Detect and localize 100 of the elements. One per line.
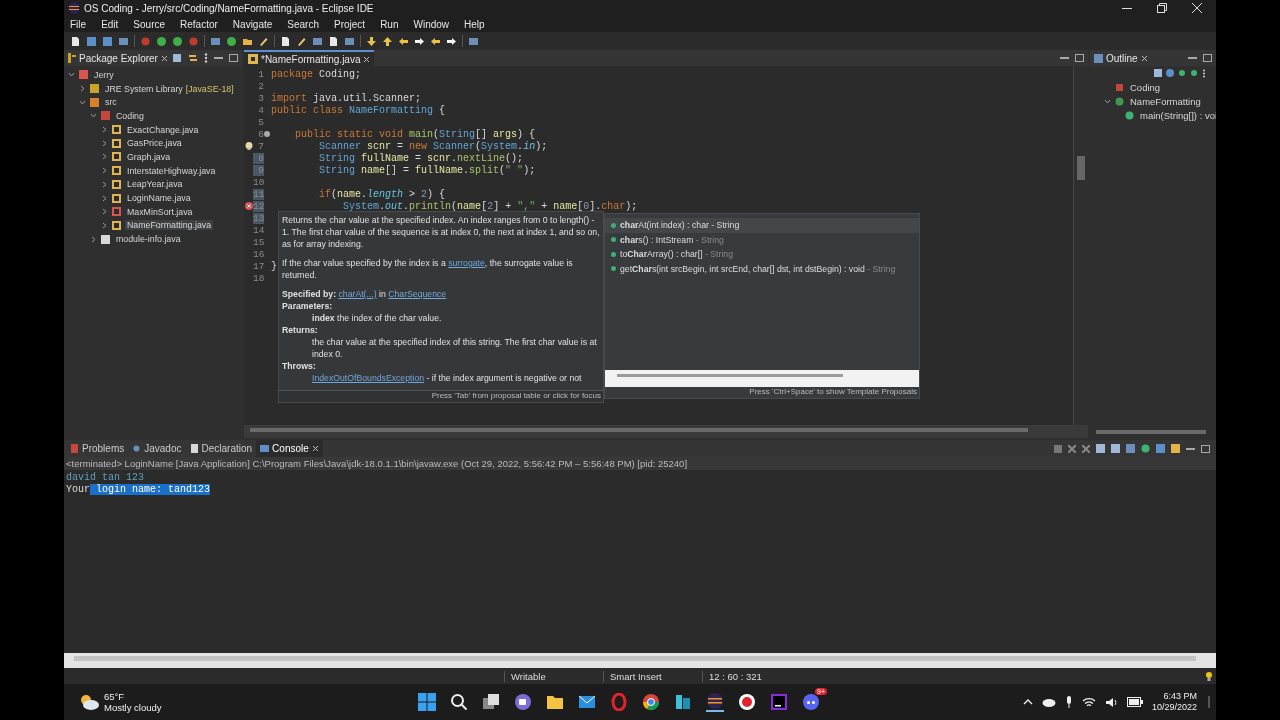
speaker-icon[interactable] xyxy=(1104,696,1118,708)
method-link[interactable]: charAt(...) xyxy=(338,289,377,299)
panel-tab[interactable]: Console xyxy=(256,440,323,457)
folder-icon[interactable] xyxy=(546,693,564,711)
tree-item[interactable]: module-info.java xyxy=(114,234,183,245)
expanded-chevron-icon[interactable] xyxy=(90,112,97,120)
tree-item[interactable]: Jerry xyxy=(92,69,116,80)
view-menu-icon[interactable] xyxy=(1202,69,1206,78)
proposal-item[interactable]: getChars(int srcBegin, int srcEnd, char[] dst, int dstBegin) : void - String xyxy=(605,261,919,276)
panel-tab[interactable]: Problems xyxy=(66,440,129,457)
proposal-item[interactable]: toCharArray() : char[] - String xyxy=(605,247,919,262)
scrollbar-thumb[interactable] xyxy=(250,428,1028,432)
discord-icon[interactable] xyxy=(802,693,820,711)
back-icon[interactable] xyxy=(398,35,409,47)
tree-item[interactable]: MaxMinSort.java xyxy=(125,206,195,217)
collapsed-chevron-icon[interactable] xyxy=(101,139,108,147)
start-icon[interactable] xyxy=(418,693,436,711)
prev-annotation-icon[interactable] xyxy=(382,35,393,47)
minimize-icon[interactable] xyxy=(1060,54,1069,62)
tree-item[interactable]: Coding xyxy=(114,110,146,121)
microphone-icon[interactable] xyxy=(1064,696,1073,708)
outline-item[interactable]: NameFormatting xyxy=(1128,96,1203,108)
maximize-icon[interactable] xyxy=(1201,444,1210,453)
tree-item[interactable]: NameFormatting.java xyxy=(125,220,214,231)
view-menu-icon[interactable] xyxy=(204,53,208,63)
link-icon[interactable] xyxy=(188,53,198,63)
tree-item[interactable]: ExactChange.java xyxy=(125,124,201,135)
collapsed-chevron-icon[interactable] xyxy=(90,235,97,243)
proposal-item[interactable]: chars() : IntStream - String xyxy=(605,232,919,247)
browser-icon[interactable] xyxy=(642,693,660,711)
scrollbar-thumb[interactable] xyxy=(1077,156,1085,180)
tree-item[interactable]: GasPrice.java xyxy=(125,138,184,149)
scrollbar-thumb[interactable] xyxy=(617,374,843,377)
maximize-icon[interactable] xyxy=(229,54,238,62)
clock-time[interactable]: 6:43 PM xyxy=(1163,691,1197,702)
tree-item[interactable]: LeapYear.java xyxy=(125,179,185,190)
collapsed-chevron-icon[interactable] xyxy=(101,194,108,202)
proposal-item[interactable]: charAt(int index) : char - String xyxy=(605,218,919,233)
collapsed-chevron-icon[interactable] xyxy=(101,221,108,229)
surrogate-link[interactable]: surrogate xyxy=(448,258,485,268)
menu-item[interactable]: Project xyxy=(334,18,366,30)
document-icon[interactable] xyxy=(328,35,339,47)
minimize-icon[interactable] xyxy=(1188,54,1197,62)
menu-item[interactable]: Navigate xyxy=(232,18,273,30)
tree-item[interactable]: JRE System Library [JavaSE-18] xyxy=(103,83,236,94)
exception-link[interactable]: IndexOutOfBoundsException xyxy=(312,373,425,383)
expanded-chevron-icon[interactable] xyxy=(68,71,75,79)
menu-item[interactable]: Edit xyxy=(101,18,119,30)
menu-item[interactable]: File xyxy=(70,18,87,30)
close-icon[interactable] xyxy=(1140,54,1148,62)
expanded-chevron-icon[interactable] xyxy=(1104,98,1111,106)
forward-icon[interactable] xyxy=(446,35,457,47)
remove-all-icon[interactable] xyxy=(1082,444,1090,453)
menu-item[interactable]: Source xyxy=(133,18,166,30)
maximize-icon[interactable] xyxy=(1203,54,1212,62)
panel-tab[interactable]: Declaration xyxy=(185,440,257,457)
collapsed-chevron-icon[interactable] xyxy=(101,126,108,134)
record-icon[interactable] xyxy=(738,693,756,711)
next-annotation-icon[interactable] xyxy=(366,35,377,47)
run-icon[interactable] xyxy=(156,35,167,47)
cloud-icon[interactable] xyxy=(1041,697,1056,707)
clock-date[interactable]: 10/29/2022 xyxy=(1151,702,1197,713)
outline-item[interactable]: Coding xyxy=(1128,82,1163,94)
close-icon[interactable] xyxy=(311,445,319,452)
close-icon[interactable] xyxy=(160,54,168,62)
forward-icon[interactable] xyxy=(414,35,425,47)
minimize-icon[interactable] xyxy=(214,54,223,62)
task-view-icon[interactable] xyxy=(482,693,500,711)
menu-item[interactable]: Run xyxy=(380,18,399,30)
back-icon[interactable] xyxy=(430,35,441,47)
collapsed-chevron-icon[interactable] xyxy=(101,180,108,188)
tree-item[interactable]: LoginName.java xyxy=(125,193,193,204)
mail-icon[interactable] xyxy=(578,693,596,711)
wifi-icon[interactable] xyxy=(1081,696,1096,708)
tree-item[interactable]: Graph.java xyxy=(125,151,173,162)
chat-icon[interactable] xyxy=(514,693,532,711)
outline-item[interactable]: main(String[]) : voi xyxy=(1138,109,1220,121)
ring-logo-icon[interactable] xyxy=(610,693,628,711)
collapsed-chevron-icon[interactable] xyxy=(101,208,108,216)
menu-item[interactable]: Refactor xyxy=(180,18,218,30)
editor-tab[interactable]: *NameFormatting.java xyxy=(244,50,375,66)
close-icon[interactable] xyxy=(1192,3,1202,13)
tree-item[interactable]: InterstateHighway.java xyxy=(125,165,218,176)
panel-tab[interactable]: Javadoc xyxy=(128,440,186,457)
menu-item[interactable]: Search xyxy=(287,18,319,30)
new-file-icon[interactable] xyxy=(70,35,81,47)
fold-icon[interactable] xyxy=(264,131,270,137)
collapsed-chevron-icon[interactable] xyxy=(79,85,86,93)
expanded-chevron-icon[interactable] xyxy=(79,98,86,106)
close-icon[interactable] xyxy=(363,55,371,63)
eclipse-icon[interactable] xyxy=(706,692,724,712)
menu-item[interactable]: Help xyxy=(464,18,485,30)
pencil-icon[interactable] xyxy=(258,35,269,47)
collapsed-chevron-icon[interactable] xyxy=(101,167,108,175)
tree-item[interactable]: src xyxy=(103,97,119,108)
battery-icon[interactable] xyxy=(1126,697,1143,707)
remove-icon[interactable] xyxy=(1068,444,1076,453)
collapsed-chevron-icon[interactable] xyxy=(101,153,108,161)
maximize-icon[interactable] xyxy=(1075,54,1084,62)
interface-link[interactable]: CharSequence xyxy=(388,289,447,299)
